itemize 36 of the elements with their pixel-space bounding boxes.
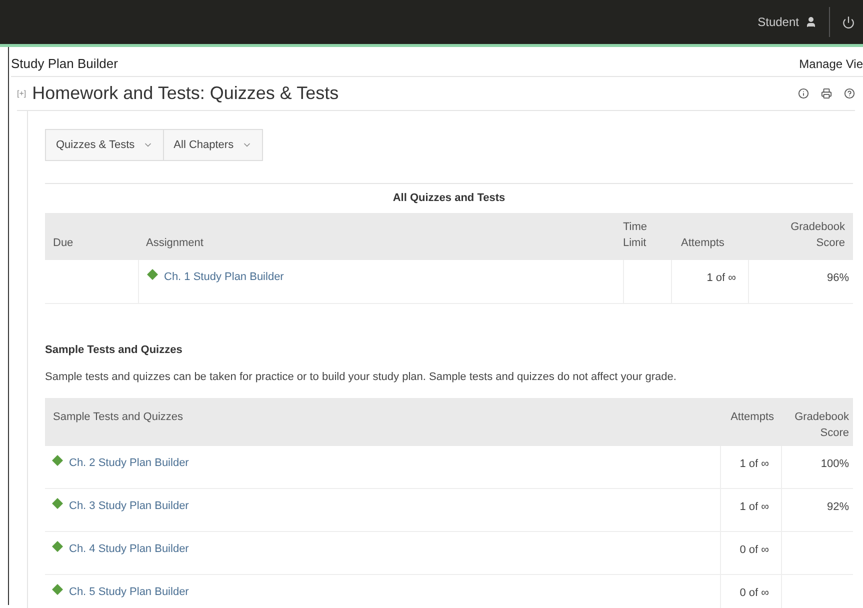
power-icon[interactable] — [842, 16, 855, 28]
print-icon[interactable] — [821, 88, 832, 99]
score-value: 92% — [826, 500, 849, 512]
column-header: Gradebook Score — [794, 410, 850, 441]
column-header: Time Limit — [623, 220, 648, 251]
collapse-toggle[interactable]: [+] — [17, 88, 26, 100]
assignment-link[interactable]: Ch. 2 Study Plan Builder — [69, 454, 189, 471]
section-heading: Sample Tests and Quizzes — [45, 342, 184, 358]
score-value: 100% — [820, 458, 849, 470]
column-header: Attempts — [730, 410, 775, 424]
assignment-link[interactable]: Ch. 3 Study Plan Builder — [69, 498, 189, 514]
filter-dropdown[interactable]: All Chapters — [164, 129, 263, 161]
attempts-value: 0 of ∞ — [740, 544, 769, 556]
column-header: Gradebook Score — [790, 220, 846, 251]
attempts-value: 1 of ∞ — [740, 500, 769, 512]
panel-title: Homework and Tests: Quizzes & Tests — [32, 82, 339, 105]
table-caption: All Quizzes and Tests — [392, 191, 506, 206]
manage-view-link[interactable]: Manage Vie — [799, 54, 863, 72]
column-header: Assignment — [145, 236, 204, 251]
column-header: Attempts — [680, 236, 726, 251]
column-header: Due — [52, 236, 74, 251]
assignment-link[interactable]: Ch. 5 Study Plan Builder — [69, 584, 189, 600]
info-icon[interactable] — [798, 88, 809, 99]
user-name[interactable]: Student — [758, 13, 799, 31]
help-icon[interactable] — [844, 88, 855, 99]
attempts-value: 1 of ∞ — [706, 272, 736, 284]
assignment-link[interactable]: Ch. 4 Study Plan Builder — [69, 540, 189, 557]
column-header: Sample Tests and Quizzes — [52, 410, 184, 424]
attempts-value: 0 of ∞ — [740, 586, 769, 598]
assignment-link[interactable]: Ch. 1 Study Plan Builder — [164, 268, 284, 285]
page-title: Study Plan Builder — [11, 54, 118, 73]
section-description: Sample tests and quizzes can be taken for practice or to build your study plan. Sample tests and quizzes do not affect your grade. — [45, 370, 678, 385]
score-value: 96% — [826, 272, 849, 284]
filter-dropdown[interactable]: Quizzes & Tests — [45, 129, 164, 161]
user-icon[interactable] — [805, 16, 817, 28]
attempts-value: 1 of ∞ — [740, 458, 769, 470]
